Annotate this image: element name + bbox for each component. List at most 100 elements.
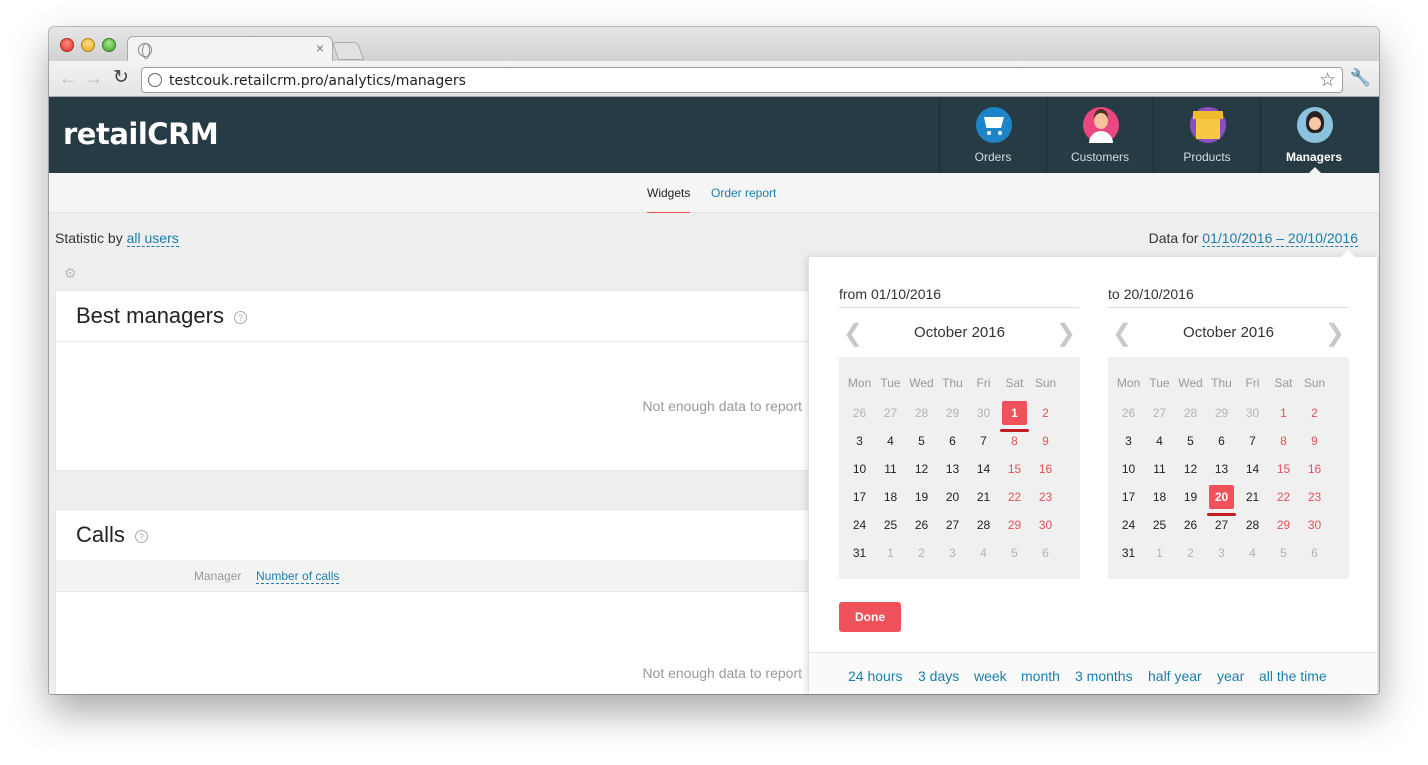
- calendar-day[interactable]: 3: [1113, 429, 1144, 453]
- preset-3-months[interactable]: 3 months: [1075, 668, 1133, 684]
- calendar-day[interactable]: 23: [1299, 485, 1330, 509]
- calendar-day-outside[interactable]: 4: [1237, 541, 1268, 565]
- calendar-day[interactable]: 16: [1030, 457, 1061, 481]
- calendar-day-outside[interactable]: 1: [875, 541, 906, 565]
- address-bar[interactable]: testcouk.retailcrm.pro/analytics/manager…: [141, 67, 1343, 93]
- calendar-day[interactable]: 18: [1144, 485, 1175, 509]
- calendar-day[interactable]: 21: [968, 485, 999, 509]
- calendar-day[interactable]: 5: [906, 429, 937, 453]
- calendar-day[interactable]: 4: [875, 429, 906, 453]
- calendar-day-outside[interactable]: 30: [1237, 401, 1268, 425]
- nav-managers[interactable]: Managers: [1260, 97, 1367, 173]
- calendar-day[interactable]: 29: [999, 513, 1030, 537]
- minimize-window-button[interactable]: [81, 38, 95, 52]
- calendar-day-outside[interactable]: 28: [906, 401, 937, 425]
- nav-orders[interactable]: Orders: [939, 97, 1046, 173]
- close-window-button[interactable]: [60, 38, 74, 52]
- calendar-day[interactable]: 7: [1237, 429, 1268, 453]
- preset-month[interactable]: month: [1021, 668, 1060, 684]
- calendar-day[interactable]: 16: [1299, 457, 1330, 481]
- calendar-day-outside[interactable]: 6: [1299, 541, 1330, 565]
- calendar-day-outside[interactable]: 29: [1206, 401, 1237, 425]
- preset-half-year[interactable]: half year: [1148, 668, 1202, 684]
- calendar-day-outside[interactable]: 5: [999, 541, 1030, 565]
- calendar-day[interactable]: 28: [1237, 513, 1268, 537]
- calendar-day[interactable]: 26: [906, 513, 937, 537]
- calendar-day[interactable]: 4: [1144, 429, 1175, 453]
- done-button[interactable]: Done: [839, 602, 901, 632]
- new-tab-button[interactable]: [331, 42, 365, 60]
- calendar-day-outside[interactable]: 26: [844, 401, 875, 425]
- tab-order-report[interactable]: Order report: [711, 186, 776, 200]
- preset-week[interactable]: week: [974, 668, 1007, 684]
- column-number-of-calls[interactable]: Number of calls: [256, 569, 340, 584]
- gear-icon[interactable]: ⚙: [64, 265, 77, 282]
- calendar-day[interactable]: 5: [1175, 429, 1206, 453]
- calendar-day[interactable]: 30: [1030, 513, 1061, 537]
- chevron-right-icon[interactable]: ❯: [1056, 319, 1076, 348]
- retailcrm-logo[interactable]: retailCRM: [63, 117, 219, 151]
- calendar-day-outside[interactable]: 5: [1268, 541, 1299, 565]
- calendar-day[interactable]: 22: [999, 485, 1030, 509]
- calendar-day[interactable]: 12: [1175, 457, 1206, 481]
- site-info-icon[interactable]: [148, 73, 162, 87]
- calendar-day[interactable]: 10: [1113, 457, 1144, 481]
- calendar-day[interactable]: 6: [937, 429, 968, 453]
- calendar-day[interactable]: 18: [875, 485, 906, 509]
- calendar-day[interactable]: 11: [875, 457, 906, 481]
- calendar-day[interactable]: 21: [1237, 485, 1268, 509]
- help-icon[interactable]: ?: [233, 310, 247, 324]
- back-arrow-icon[interactable]: ←: [59, 68, 77, 89]
- calendar-day[interactable]: 13: [937, 457, 968, 481]
- calendar-day[interactable]: 15: [999, 457, 1030, 481]
- calendar-day[interactable]: 2: [1030, 401, 1061, 425]
- nav-customers[interactable]: Customers: [1046, 97, 1153, 173]
- calendar-day-outside[interactable]: 26: [1113, 401, 1144, 425]
- calendar-day[interactable]: 9: [1030, 429, 1061, 453]
- from-field[interactable]: from 01/10/2016: [839, 286, 1079, 308]
- calendar-day-outside[interactable]: 28: [1175, 401, 1206, 425]
- nav-products[interactable]: Products: [1153, 97, 1260, 173]
- calendar-day[interactable]: 24: [1113, 513, 1144, 537]
- calendar-day[interactable]: 1: [1268, 401, 1299, 425]
- calendar-day[interactable]: 14: [968, 457, 999, 481]
- calendar-day-outside[interactable]: 1: [1144, 541, 1175, 565]
- calendar-day[interactable]: 3: [844, 429, 875, 453]
- calendar-day[interactable]: 27: [1206, 513, 1237, 537]
- calendar-day[interactable]: 6: [1206, 429, 1237, 453]
- calendar-day[interactable]: 1: [1000, 401, 1029, 432]
- calendar-day[interactable]: 20: [1207, 485, 1236, 516]
- calendar-day-outside[interactable]: 2: [1175, 541, 1206, 565]
- calendar-day[interactable]: 12: [906, 457, 937, 481]
- calendar-day[interactable]: 2: [1299, 401, 1330, 425]
- calendar-day[interactable]: 23: [1030, 485, 1061, 509]
- calendar-day-outside[interactable]: 3: [1206, 541, 1237, 565]
- calendar-day[interactable]: 31: [1113, 541, 1144, 565]
- calendar-day[interactable]: 26: [1175, 513, 1206, 537]
- browser-tab[interactable]: ×: [127, 36, 333, 62]
- calendar-day[interactable]: 20: [937, 485, 968, 509]
- calendar-day[interactable]: 7: [968, 429, 999, 453]
- calendar-day[interactable]: 17: [1113, 485, 1144, 509]
- calendar-day-outside[interactable]: 30: [968, 401, 999, 425]
- preset-all-the-time[interactable]: all the time: [1259, 668, 1327, 684]
- calendar-day[interactable]: 27: [937, 513, 968, 537]
- calendar-day[interactable]: 25: [875, 513, 906, 537]
- calendar-day[interactable]: 19: [906, 485, 937, 509]
- calendar-day[interactable]: 19: [1175, 485, 1206, 509]
- calendar-day-outside[interactable]: 4: [968, 541, 999, 565]
- preset-3-days[interactable]: 3 days: [918, 668, 959, 684]
- wrench-icon[interactable]: 🔧: [1350, 68, 1371, 88]
- calendar-day-outside[interactable]: 6: [1030, 541, 1061, 565]
- calendar-day[interactable]: 29: [1268, 513, 1299, 537]
- reload-icon[interactable]: ↻: [113, 66, 129, 89]
- calendar-day[interactable]: 13: [1206, 457, 1237, 481]
- calendar-day-outside[interactable]: 27: [875, 401, 906, 425]
- all-users-link[interactable]: all users: [126, 230, 179, 247]
- calendar-day[interactable]: 9: [1299, 429, 1330, 453]
- help-icon[interactable]: ?: [134, 529, 148, 543]
- preset-year[interactable]: year: [1217, 668, 1244, 684]
- calendar-day[interactable]: 31: [844, 541, 875, 565]
- chevron-right-icon[interactable]: ❯: [1325, 319, 1345, 348]
- calendar-day[interactable]: 17: [844, 485, 875, 509]
